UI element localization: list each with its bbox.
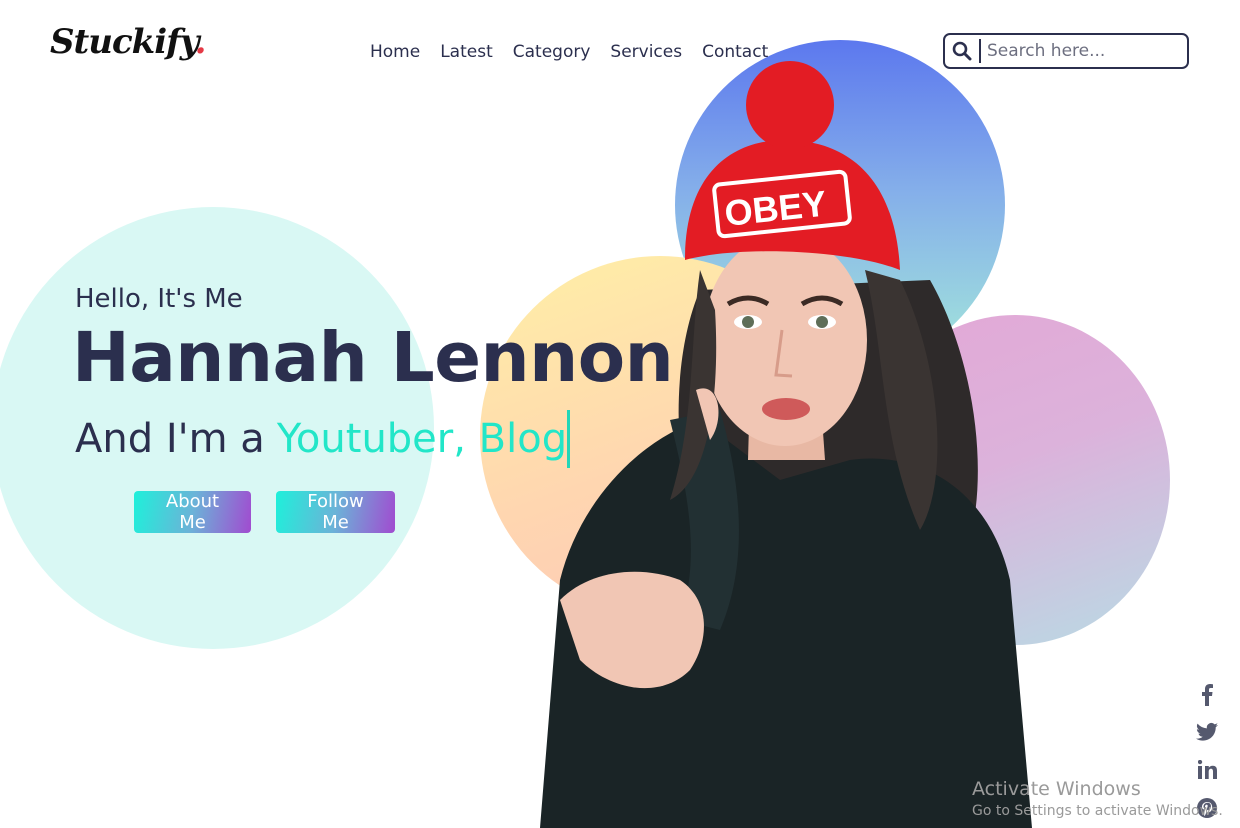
activate-windows-watermark: Activate Windows Go to Settings to activ… xyxy=(972,778,1223,819)
linkedin-icon[interactable] xyxy=(1193,760,1221,779)
search-icon[interactable] xyxy=(945,35,979,67)
search-input[interactable] xyxy=(981,40,1179,62)
logo-dot: . xyxy=(194,22,207,62)
search-box xyxy=(943,33,1189,69)
main-nav: Home Latest Category Services Contact xyxy=(360,42,778,62)
hero-greeting: Hello, It's Me xyxy=(75,284,243,314)
hero-role-prefix: And I'm a xyxy=(75,416,265,462)
nav-contact-link[interactable]: Contact xyxy=(692,42,778,62)
hero-role: And I'm a Youtuber, Blog xyxy=(75,410,571,468)
activate-windows-subtitle: Go to Settings to activate Windows. xyxy=(972,803,1223,819)
follow-me-button[interactable]: Follow Me xyxy=(276,491,395,533)
activate-windows-title: Activate Windows xyxy=(972,778,1141,800)
logo-text: Stuckify xyxy=(50,22,196,62)
nav-latest-link[interactable]: Latest xyxy=(430,42,503,62)
nav-home-link[interactable]: Home xyxy=(360,42,430,62)
twitter-icon[interactable] xyxy=(1193,722,1221,742)
hero-name: Hannah Lennon xyxy=(72,318,674,398)
facebook-icon[interactable] xyxy=(1193,684,1221,706)
nav-services-link[interactable]: Services xyxy=(600,42,692,62)
hero-role-typed-text: Youtuber, Blog xyxy=(276,416,568,462)
typing-cursor xyxy=(567,410,571,468)
brand-logo[interactable]: Stuckify. xyxy=(50,22,207,62)
hero-portrait-image: OBEY xyxy=(540,61,1032,828)
nav-category-link[interactable]: Category xyxy=(503,42,601,62)
about-me-button[interactable]: About Me xyxy=(134,491,251,533)
